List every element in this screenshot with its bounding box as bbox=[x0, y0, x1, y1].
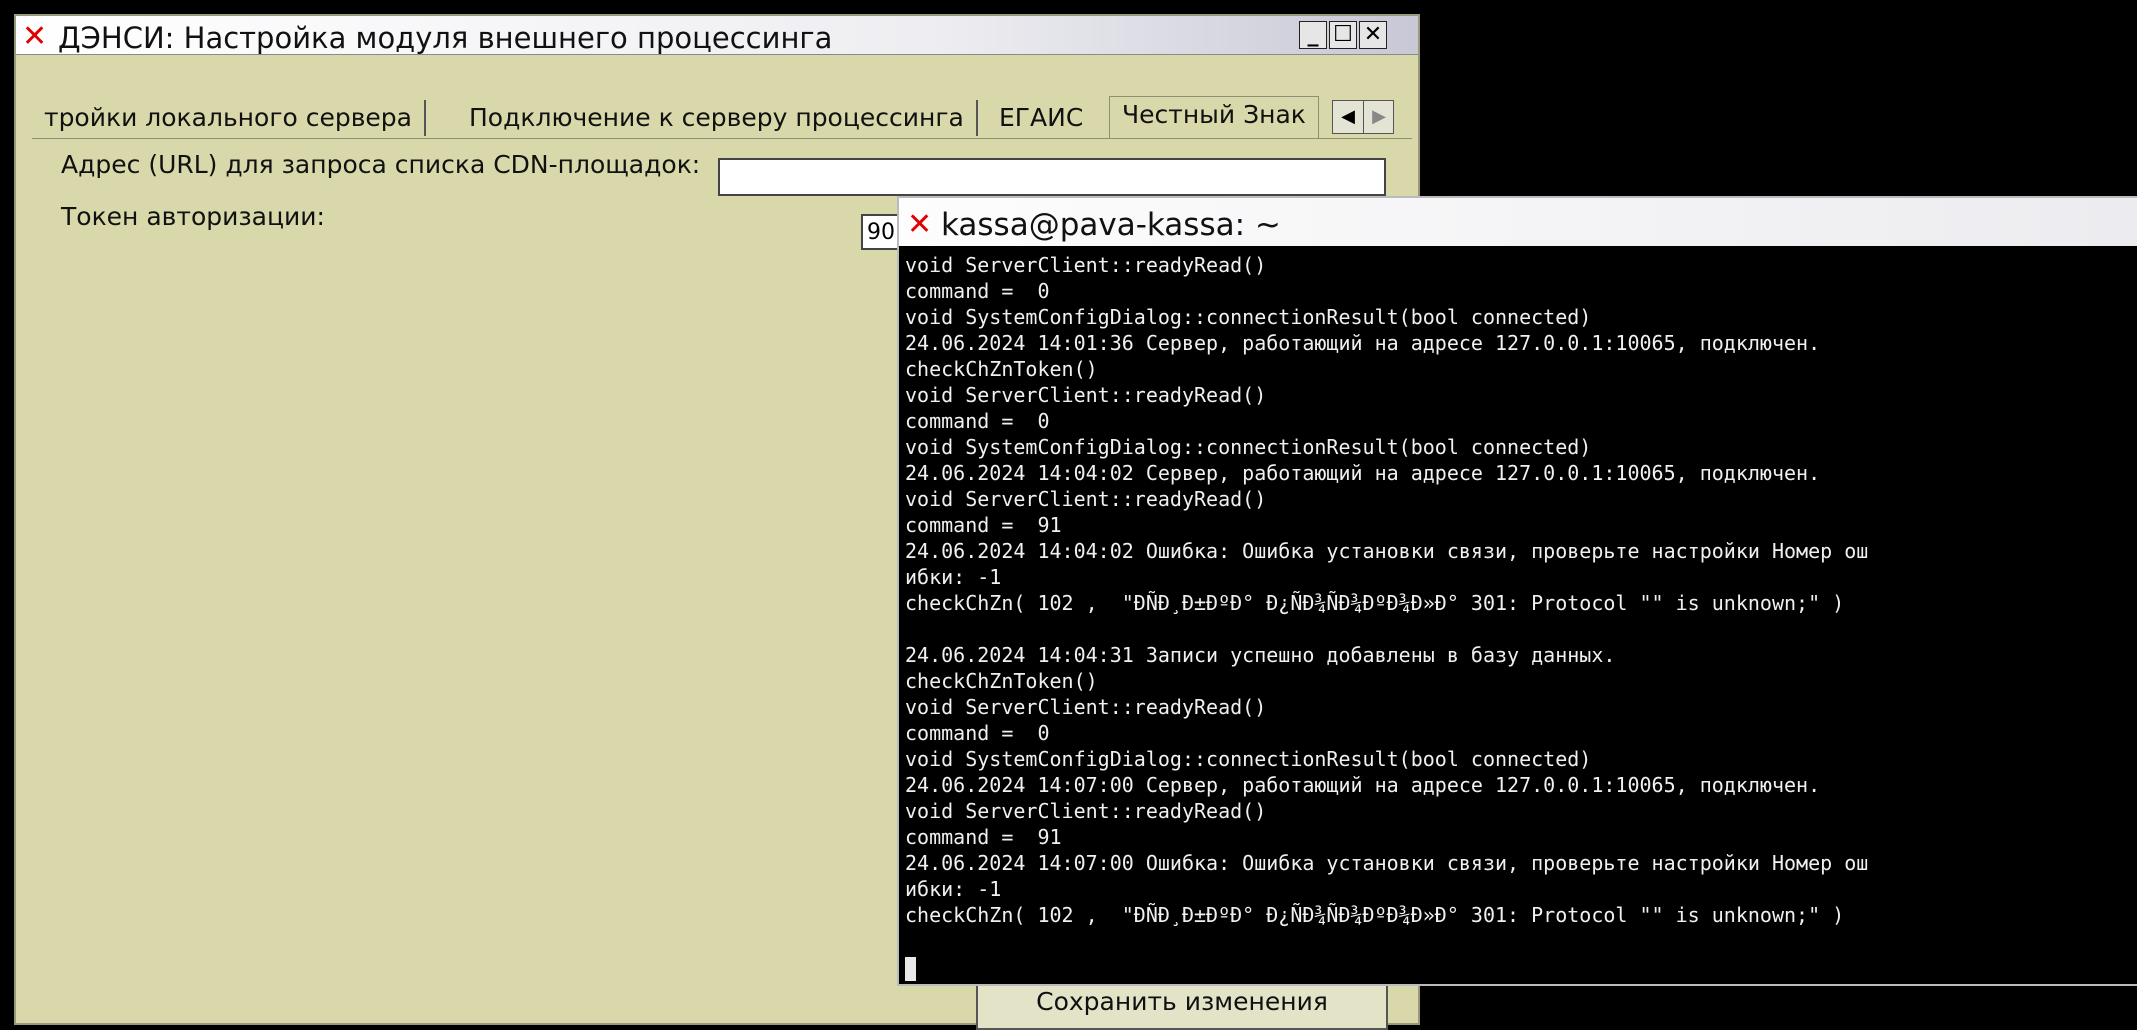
terminal-line: 24.06.2024 14:01:36 Сервер, работающий н… bbox=[905, 331, 1821, 355]
tab-egais[interactable]: ЕГАИС bbox=[987, 100, 1095, 136]
dialog-title: ДЭНСИ: Настройка модуля внешнего процесс… bbox=[58, 21, 833, 55]
terminal-line: command = 91 bbox=[905, 513, 1062, 537]
terminal-line: void ServerClient::readyRead() bbox=[905, 487, 1267, 511]
terminal-line: checkChZn( 102 , "ÐÑÐ¸Ð±ÐºÐ° Ð¿ÑÐ¾ÑÐ¾ÐºÐ… bbox=[905, 903, 1845, 927]
terminal-line: void ServerClient::readyRead() bbox=[905, 383, 1267, 407]
terminal-line: command = 0 bbox=[905, 409, 1050, 433]
tab-scroll-buttons: ◀ ▶ bbox=[1332, 100, 1394, 134]
tab-processing-server[interactable]: Подключение к серверу процессинга bbox=[457, 100, 978, 136]
maximize-button[interactable]: ☐ bbox=[1329, 21, 1357, 49]
terminal-cursor bbox=[905, 956, 916, 981]
terminal-line: checkChZnToken() bbox=[905, 357, 1098, 381]
terminal-line: 24.06.2024 14:04:31 Записи успешно добав… bbox=[905, 643, 1616, 667]
tab-scroll-right-icon[interactable]: ▶ bbox=[1364, 101, 1394, 133]
tab-scroll-left-icon[interactable]: ◀ bbox=[1333, 101, 1364, 133]
terminal-line: 24.06.2024 14:04:02 Сервер, работающий н… bbox=[905, 461, 1821, 485]
terminal-line: void ServerClient::readyRead() bbox=[905, 799, 1267, 823]
terminal-line: ибки: -1 bbox=[905, 565, 1002, 589]
terminal-line: checkChZnToken() bbox=[905, 669, 1098, 693]
terminal-line: 24.06.2024 14:07:00 Ошибка: Ошибка устан… bbox=[905, 851, 1869, 875]
terminal-line: void SystemConfigDialog::connectionResul… bbox=[905, 435, 1592, 459]
x-app-icon: ✕ bbox=[22, 19, 48, 54]
terminal-line: 24.06.2024 14:04:02 Ошибка: Ошибка устан… bbox=[905, 539, 1869, 563]
dialog-title-bar[interactable]: ✕ ДЭНСИ: Настройка модуля внешнего проце… bbox=[16, 16, 1418, 55]
close-button[interactable]: ✕ bbox=[1359, 21, 1387, 49]
terminal-output[interactable]: void ServerClient::readyRead() command = … bbox=[905, 252, 2137, 984]
tab-bar: тройки локального сервера Подключение к … bbox=[32, 96, 1412, 139]
terminal-line: 24.06.2024 14:07:00 Сервер, работающий н… bbox=[905, 773, 1821, 797]
terminal-line: void ServerClient::readyRead() bbox=[905, 695, 1267, 719]
terminal-line: command = 91 bbox=[905, 825, 1062, 849]
tab-chestny-znak[interactable]: Честный Знак bbox=[1109, 96, 1319, 138]
terminal-window[interactable]: ✕ kassa@pava-kassa: ~ void ServerClient:… bbox=[897, 196, 2137, 986]
terminal-line: void ServerClient::readyRead() bbox=[905, 253, 1267, 277]
tab-local-server[interactable]: тройки локального сервера bbox=[32, 100, 426, 136]
terminal-line: ибки: -1 bbox=[905, 877, 1002, 901]
terminal-line: command = 0 bbox=[905, 279, 1050, 303]
terminal-cursor-line bbox=[905, 954, 2137, 981]
cdn-url-label: Адрес (URL) для запроса списка CDN-площа… bbox=[61, 150, 701, 179]
terminal-line: checkChZn( 102 , "ÐÑÐ¸Ð±ÐºÐ° Ð¿ÑÐ¾ÑÐ¾ÐºÐ… bbox=[905, 591, 1845, 615]
terminal-line: void SystemConfigDialog::connectionResul… bbox=[905, 305, 1592, 329]
cdn-url-input[interactable] bbox=[718, 158, 1386, 196]
terminal-title: kassa@pava-kassa: ~ bbox=[941, 207, 1281, 243]
auth-token-label: Токен авторизации: bbox=[61, 202, 325, 231]
terminal-line: void SystemConfigDialog::connectionResul… bbox=[905, 747, 1592, 771]
minimize-button[interactable]: _ bbox=[1299, 21, 1327, 49]
x-app-icon: ✕ bbox=[907, 207, 933, 242]
terminal-title-bar[interactable]: ✕ kassa@pava-kassa: ~ bbox=[899, 198, 2137, 246]
terminal-line: command = 0 bbox=[905, 721, 1050, 745]
